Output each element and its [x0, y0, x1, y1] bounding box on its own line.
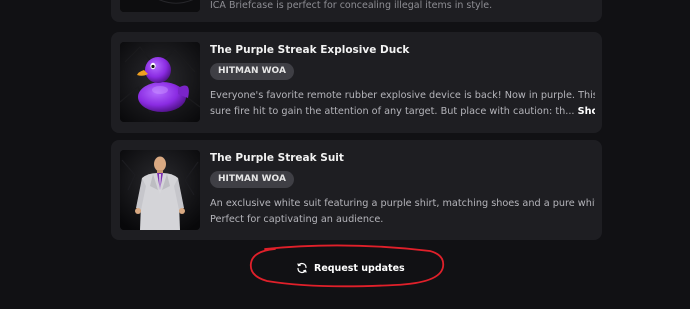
description-line: Everyone's favorite remote rubber explos… — [210, 90, 595, 101]
item-card-briefcase[interactable]: ICA Briefcase is perfect for concealing … — [111, 0, 602, 22]
item-list-page: ICA Briefcase is perfect for concealing … — [0, 0, 690, 309]
item-card-duck[interactable]: The Purple Streak Explosive Duck HITMAN … — [111, 32, 602, 133]
item-thumbnail — [120, 150, 200, 230]
item-description: ICA Briefcase is perfect for concealing … — [210, 0, 493, 11]
item-description: An exclusive white suit featuring a purp… — [210, 196, 595, 228]
duck-image — [120, 42, 200, 122]
item-description: Everyone's favorite remote rubber explos… — [210, 88, 595, 120]
request-updates-label: Request updates — [314, 262, 405, 274]
item-thumbnail — [120, 42, 200, 122]
suit-image — [120, 150, 200, 230]
item-title: The Purple Streak Explosive Duck — [210, 44, 410, 56]
description-line: sure fire hit to gain the attention of a… — [210, 104, 595, 120]
item-title: The Purple Streak Suit — [210, 152, 344, 164]
game-badge: HITMAN WOA — [210, 171, 294, 188]
item-card-suit[interactable]: The Purple Streak Suit HITMAN WOA An exc… — [111, 140, 602, 240]
show-more-link[interactable]: Show more — [578, 106, 595, 117]
item-thumbnail — [120, 0, 200, 12]
game-badge: HITMAN WOA — [210, 63, 294, 80]
refresh-icon — [297, 262, 307, 274]
briefcase-image — [120, 0, 200, 12]
description-line: Perfect for captivating an audience. — [210, 214, 384, 225]
description-line: An exclusive white suit featuring a purp… — [210, 198, 595, 209]
description-text: sure fire hit to gain the attention of a… — [210, 106, 575, 117]
request-updates-button[interactable]: Request updates — [296, 258, 405, 278]
